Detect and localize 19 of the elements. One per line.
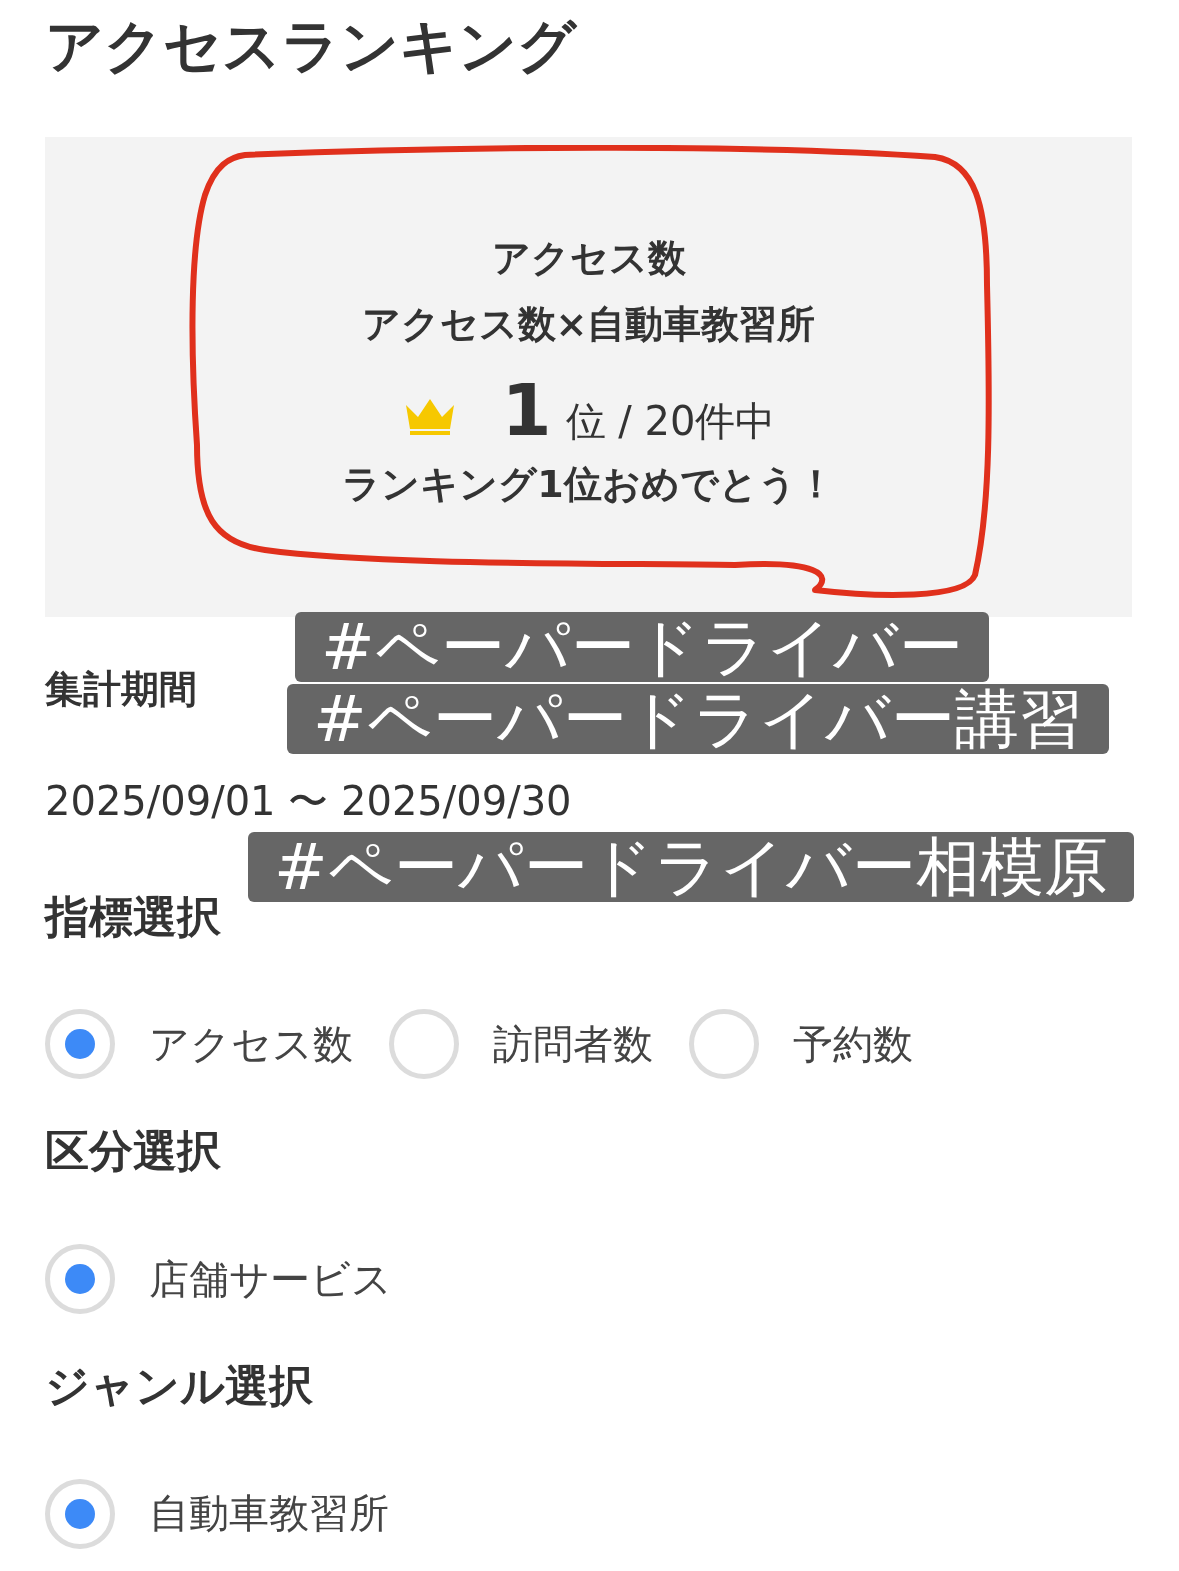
radio-label: 店舗サービス bbox=[149, 1254, 392, 1304]
hashtag-label: #ペーパードライバー相模原 bbox=[248, 832, 1134, 902]
hashtag-label: #ペーパードライバー講習 bbox=[287, 684, 1109, 754]
page-title: アクセスランキング bbox=[45, 11, 578, 82]
hashtag-label: #ペーパードライバー bbox=[295, 612, 989, 682]
segment-title: アクセス数×自動車教習所 bbox=[361, 301, 816, 348]
rank-total: 位 / 20件中 bbox=[565, 397, 776, 446]
radio-label: 訪問者数 bbox=[493, 1019, 653, 1069]
section-heading: 指標選択 bbox=[45, 890, 221, 944]
section-heading: ジャンル選択 bbox=[45, 1360, 313, 1413]
radio-label: アクセス数 bbox=[149, 1019, 353, 1069]
period-label: 集計期間 bbox=[45, 667, 197, 713]
period-value: 2025/09/01 〜 2025/09/30 bbox=[45, 776, 573, 825]
congrats-message: ランキング1位おめでとう！ bbox=[342, 461, 835, 508]
radio-label: 自動車教習所 bbox=[149, 1489, 389, 1539]
section-heading: 区分選択 bbox=[45, 1125, 221, 1179]
radio-label: 予約数 bbox=[793, 1019, 913, 1069]
metric-title: アクセス数 bbox=[491, 235, 686, 282]
rank-number: 1 bbox=[501, 370, 552, 450]
